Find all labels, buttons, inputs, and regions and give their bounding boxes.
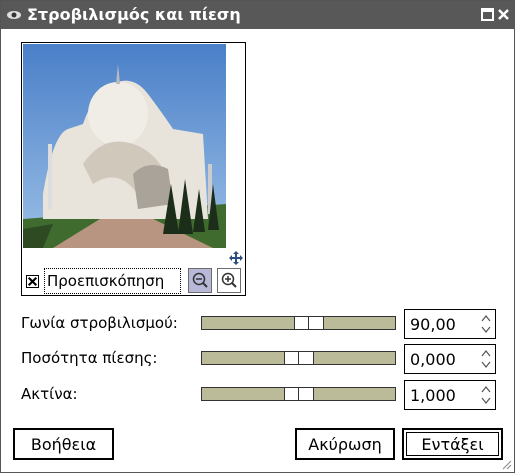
pinch-amount-label: Ποσότητα πίεσης: xyxy=(21,349,158,367)
ok-button[interactable]: Εντάξει xyxy=(402,428,503,460)
pinch-amount-slider-handle[interactable] xyxy=(284,351,314,365)
twirl-angle-label: Γωνία στροβιλισμού: xyxy=(21,314,178,332)
zoom-out-icon xyxy=(192,272,208,288)
window-title: Στροβιλισμός και πίεση xyxy=(27,5,241,24)
title-bar[interactable]: Στροβιλισμός και πίεση xyxy=(1,1,514,29)
move-icon[interactable] xyxy=(228,250,244,266)
radius-value[interactable]: 1,000 xyxy=(410,386,456,405)
spin-arrows-icon[interactable] xyxy=(480,348,492,370)
twirl-angle-value[interactable]: 90,00 xyxy=(410,315,456,334)
spin-arrows-icon[interactable] xyxy=(480,384,492,406)
pinch-amount-spinbutton[interactable]: 0,000 xyxy=(404,344,496,374)
radius-label: Ακτίνα: xyxy=(21,385,78,403)
zoom-out-button[interactable] xyxy=(188,268,212,293)
ok-button-focus-ring xyxy=(406,432,499,456)
close-icon[interactable] xyxy=(497,8,510,21)
radius-slider[interactable] xyxy=(201,387,396,401)
twirl-angle-spinbutton[interactable]: 90,00 xyxy=(404,309,496,339)
preview-image[interactable] xyxy=(23,44,226,248)
twirl-angle-slider-handle[interactable] xyxy=(294,316,324,330)
help-button[interactable]: Βοήθεια xyxy=(13,428,114,460)
preview-checkbox[interactable] xyxy=(26,275,39,288)
radius-spinbutton[interactable]: 1,000 xyxy=(404,380,496,410)
pinch-amount-slider[interactable] xyxy=(201,351,396,365)
spin-arrows-icon[interactable] xyxy=(480,313,492,335)
maximize-button[interactable] xyxy=(481,8,494,21)
twirl-pinch-dialog: Στροβιλισμός και πίεση Προεπισκόπηση Γων… xyxy=(0,0,515,473)
radius-slider-handle[interactable] xyxy=(284,387,314,401)
resize-grip-icon[interactable] xyxy=(500,458,512,470)
pinch-amount-value[interactable]: 0,000 xyxy=(410,350,456,369)
cancel-button[interactable]: Ακύρωση xyxy=(295,428,395,460)
twirl-angle-slider[interactable] xyxy=(201,316,396,330)
zoom-in-icon xyxy=(221,272,237,288)
preview-label[interactable]: Προεπισκόπηση xyxy=(44,268,181,294)
zoom-in-button[interactable] xyxy=(217,268,241,293)
preview-area: Προεπισκόπηση xyxy=(21,42,246,296)
app-eye-icon xyxy=(7,11,21,19)
